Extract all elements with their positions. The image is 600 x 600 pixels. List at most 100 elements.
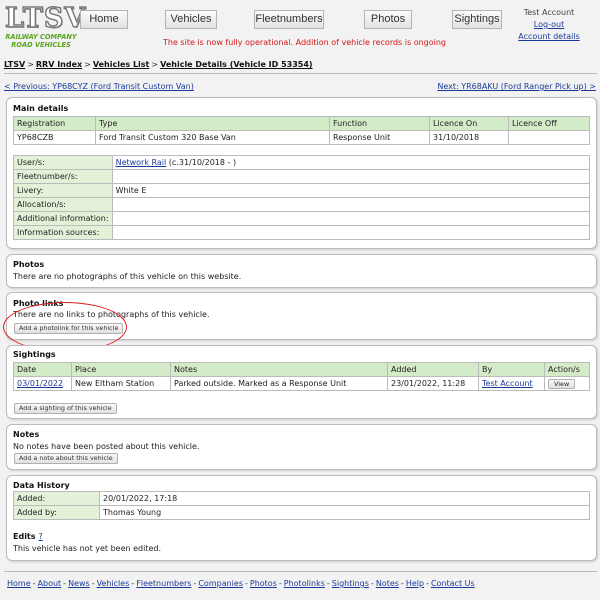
notes-panel: Notes No notes have been posted about th… xyxy=(6,424,597,470)
status-message: The site is now fully operational. Addit… xyxy=(163,38,447,47)
breadcrumb-ltsv[interactable]: LTSV xyxy=(4,60,25,69)
sighting-place: New Eltham Station xyxy=(71,376,171,391)
additional-info-label: Additional information: xyxy=(13,211,113,226)
add-sighting-button[interactable]: Add a sighting of this vehicle xyxy=(14,403,117,414)
notes-title: Notes xyxy=(13,430,40,439)
site-logo[interactable]: LTSV RAILWAY COMPANY ROAD VEHICLES xyxy=(4,3,87,49)
sighting-by-link[interactable]: Test Account xyxy=(482,379,533,388)
site-header: LTSV RAILWAY COMPANY ROAD VEHICLES Home … xyxy=(0,0,600,52)
sighting-notes: Parked outside. Marked as a Response Uni… xyxy=(170,376,388,391)
footer-link-vehicles[interactable]: Vehicles xyxy=(97,579,130,588)
footer-link-fleetnumbers[interactable]: Fleetnumbers xyxy=(136,579,191,588)
photo-links-panel: Photo links There are no links to photog… xyxy=(6,292,597,340)
edits-text: This vehicle has not yet been edited. xyxy=(13,544,162,553)
additional-info-value xyxy=(111,211,591,226)
nav-photos-button[interactable]: Photos xyxy=(364,10,412,29)
col-registration: Registration xyxy=(13,116,96,131)
livery-label: Livery: xyxy=(13,183,113,198)
footer-link-contact[interactable]: Contact Us xyxy=(431,579,475,588)
col-added: Added xyxy=(387,362,479,377)
add-note-button[interactable]: Add a note about this vehicle xyxy=(14,453,118,464)
logo-tagline-1: RAILWAY COMPANY xyxy=(5,33,77,41)
col-by: By xyxy=(478,362,545,377)
col-actions: Action/s xyxy=(544,362,590,377)
col-licence-on: Licence On xyxy=(429,116,509,131)
fleetnumbers-label: Fleetnumber/s: xyxy=(13,169,113,184)
type-value: Ford Transit Custom 320 Base Van xyxy=(95,130,330,145)
footer-link-photos[interactable]: Photos xyxy=(250,579,277,588)
licence-on-value: 31/10/2018 xyxy=(429,130,509,145)
vehicle-info-table: User/s: Network Rail (c.31/10/2018 - ) F… xyxy=(13,155,591,240)
footer-separator: - xyxy=(91,579,95,588)
breadcrumb-separator: > xyxy=(84,60,91,69)
footer-link-photolinks[interactable]: Photolinks xyxy=(284,579,325,588)
nav-fleetnumbers-button[interactable]: Fleetnumbers xyxy=(254,10,324,29)
info-sources-value xyxy=(111,225,591,240)
account-details-link[interactable]: Account details xyxy=(515,31,583,43)
photo-links-title: Photo links xyxy=(13,299,64,308)
nav-vehicles-button[interactable]: Vehicles xyxy=(165,10,217,29)
allocations-label: Allocation/s: xyxy=(13,197,113,212)
breadcrumb-rrv-index[interactable]: RRV Index xyxy=(36,60,82,69)
table-row: 03/01/2022 New Eltham Station Parked out… xyxy=(13,376,590,391)
footer-separator: - xyxy=(131,579,135,588)
footer-separator: - xyxy=(326,579,330,588)
col-function: Function xyxy=(329,116,430,131)
added-value: 20/01/2022, 17:18 xyxy=(99,491,590,506)
fleetnumbers-value xyxy=(111,169,591,184)
users-date: (c.31/10/2018 - ) xyxy=(166,158,237,167)
footer-separator: - xyxy=(32,579,36,588)
vehicle-summary-table: Registration Type Function Licence On Li… xyxy=(13,116,590,145)
view-sighting-button[interactable]: View xyxy=(548,378,576,389)
footer-link-home[interactable]: Home xyxy=(7,579,31,588)
footer-link-about[interactable]: About xyxy=(38,579,62,588)
footer-link-sightings[interactable]: Sightings xyxy=(332,579,369,588)
footer-link-companies[interactable]: Companies xyxy=(198,579,243,588)
logo-wordmark: LTSV xyxy=(4,3,87,34)
breadcrumb-separator: > xyxy=(151,60,159,69)
next-vehicle-link[interactable]: Next: YR68AKU (Ford Ranger Pick up) > xyxy=(437,82,596,91)
footer-separator: - xyxy=(244,579,248,588)
sightings-table: Date Place Notes Added By Action/s 03/01… xyxy=(13,362,590,391)
edits-title: Edits? xyxy=(13,532,43,541)
data-history-title: Data History xyxy=(13,481,70,490)
sighting-added: 23/01/2022, 11:28 xyxy=(387,376,479,391)
nav-sightings-button[interactable]: Sightings xyxy=(452,10,502,29)
main-details-title: Main details xyxy=(13,104,69,113)
col-type: Type xyxy=(95,116,330,131)
breadcrumb-separator: > xyxy=(27,60,34,69)
breadcrumb-vehicles-list[interactable]: Vehicles List xyxy=(93,60,150,69)
photo-links-empty-text: There are no links to photographs of thi… xyxy=(13,310,210,319)
footer-separator: - xyxy=(400,579,404,588)
footer-link-news[interactable]: News xyxy=(68,579,90,588)
data-history-panel: Data History Added: 20/01/2022, 17:18 Ad… xyxy=(6,475,597,561)
licence-off-value xyxy=(508,130,590,145)
col-licence-off: Licence Off xyxy=(508,116,590,131)
sightings-title: Sightings xyxy=(13,350,56,359)
account-box: Test Account Log-out Account details xyxy=(515,7,583,43)
account-name: Test Account xyxy=(523,8,575,17)
added-by-value: Thomas Young xyxy=(99,505,590,520)
help-icon[interactable]: ? xyxy=(39,532,43,541)
users-link[interactable]: Network Rail xyxy=(116,158,167,167)
col-date: Date xyxy=(13,362,72,377)
photos-empty-text: There are no photographs of this vehicle… xyxy=(13,272,242,281)
added-by-label: Added by: xyxy=(13,505,100,520)
previous-vehicle-link[interactable]: < Previous: YP68CYZ (Ford Transit Custom… xyxy=(4,82,194,91)
breadcrumb-vehicle-details[interactable]: Vehicle Details (Vehicle ID 53354) xyxy=(160,60,313,69)
nav-home-button[interactable]: Home xyxy=(80,10,128,29)
breadcrumb: LTSV > RRV Index > Vehicles List > Vehicle Det… xyxy=(4,60,313,69)
footer-separator: - xyxy=(193,579,197,588)
footer-separator: - xyxy=(370,579,374,588)
sighting-date-link[interactable]: 03/01/2022 xyxy=(17,379,63,388)
info-sources-label: Information sources: xyxy=(13,225,113,240)
col-place: Place xyxy=(71,362,171,377)
logout-link[interactable]: Log-out xyxy=(515,19,583,31)
add-photolink-button[interactable]: Add a photolink for this vehicle xyxy=(14,323,124,334)
livery-value: White E xyxy=(111,183,591,198)
allocations-value xyxy=(111,197,591,212)
function-value: Response Unit xyxy=(329,130,430,145)
footer-separator: - xyxy=(278,579,282,588)
footer-link-help[interactable]: Help xyxy=(406,579,424,588)
footer-link-notes[interactable]: Notes xyxy=(376,579,399,588)
